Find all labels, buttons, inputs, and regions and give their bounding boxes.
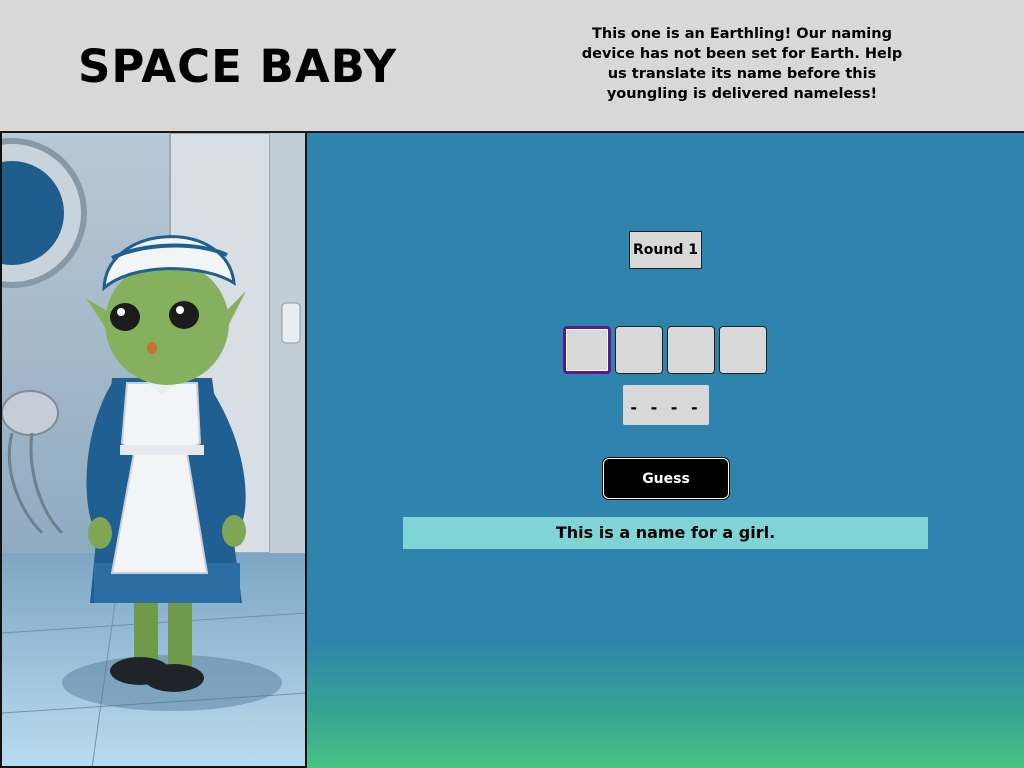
alien-baby-portrait — [0, 133, 307, 768]
letter-input-1[interactable] — [563, 326, 611, 374]
game-title: SPACE BABY — [78, 40, 398, 93]
letter-input-2[interactable] — [615, 326, 663, 374]
name-pattern: - - - - — [623, 385, 709, 425]
letter-boxes — [563, 326, 767, 374]
round-badge: Round 1 — [629, 231, 702, 269]
intro-text: This one is an Earthling! Our naming dev… — [581, 26, 903, 102]
alien-baby-illustration — [2, 133, 305, 766]
guess-button[interactable]: Guess — [603, 458, 729, 499]
header: SPACE BABY This one is an Earthling! Our… — [0, 0, 1024, 133]
game-panel: Round 1 - - - - Guess This is a name for… — [307, 133, 1024, 768]
hint-banner: This is a name for a girl. — [403, 517, 928, 549]
letter-input-3[interactable] — [667, 326, 715, 374]
letter-input-4[interactable] — [719, 326, 767, 374]
